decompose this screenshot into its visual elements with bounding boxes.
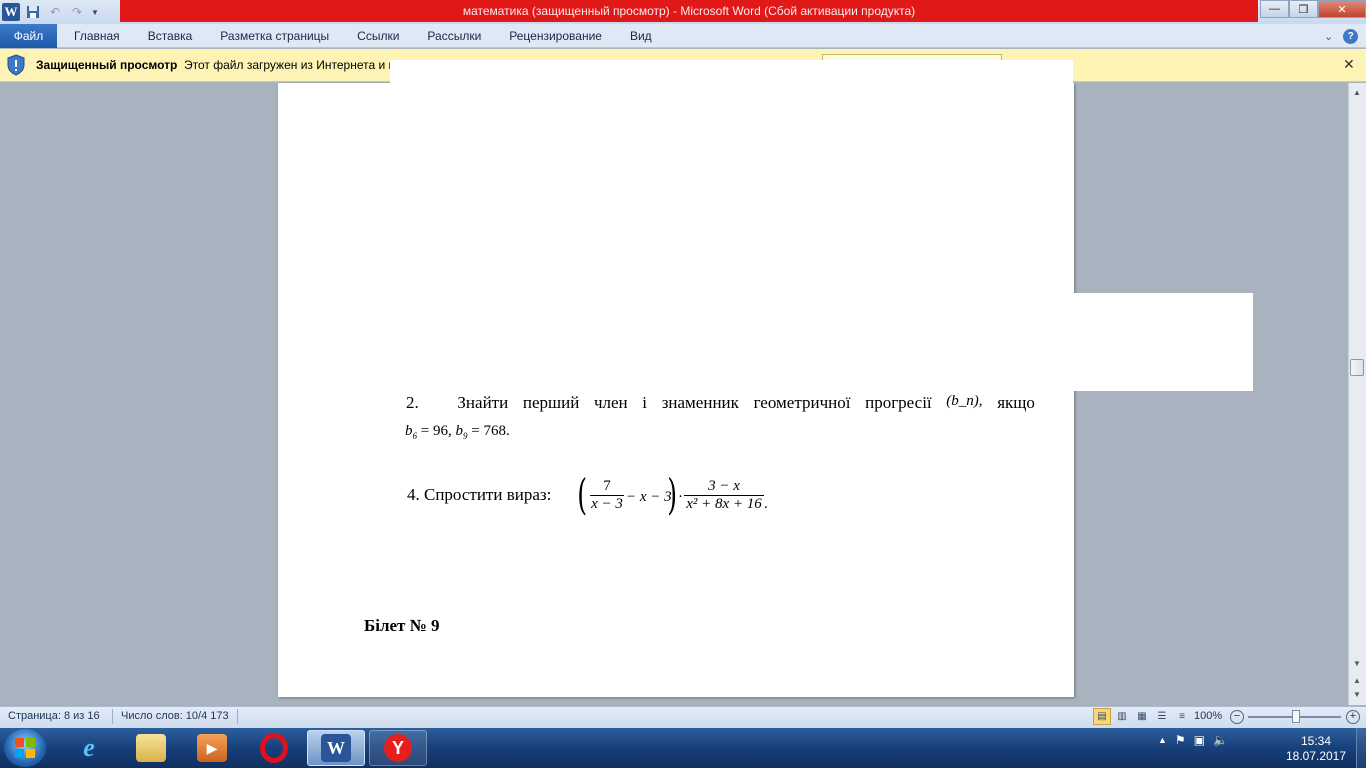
page-count[interactable]: Страница: 8 из 16 <box>8 710 100 722</box>
fraction-2: 3 − x x² + 8x + 16 <box>684 478 764 513</box>
right-paren: ) <box>667 470 678 519</box>
start-button-windows-icon[interactable] <box>4 729 46 767</box>
vertical-scrollbar[interactable] <box>1348 83 1366 705</box>
task-4-formula: ( 7 x − 3 − x − 3 ) · 3 − x x² + 8x + 16… <box>577 470 780 524</box>
file-explorer-icon[interactable] <box>122 730 180 766</box>
zoom-in-button[interactable]: + <box>1346 710 1360 724</box>
media-player-icon[interactable]: ▶ <box>183 730 241 766</box>
action-center-flag-icon[interactable]: ⚑ <box>1175 733 1186 747</box>
tab-mailings[interactable]: Рассылки <box>413 24 495 48</box>
next-page-icon[interactable]: ▼ <box>1349 687 1365 701</box>
yandex-browser-icon[interactable]: Y <box>369 730 427 766</box>
previous-page-icon[interactable]: ▲ <box>1349 673 1365 687</box>
volume-icon[interactable]: 🔈 <box>1213 733 1228 747</box>
fraction-1-denominator: x − 3 <box>590 495 624 512</box>
task-2-line-1: 2. Знайти перший член і знаменник геомет… <box>406 393 1035 413</box>
protected-view-message: Этот файл загружен из Интернета и мо <box>184 58 404 72</box>
formula-period: . <box>764 496 768 512</box>
tab-view[interactable]: Вид <box>616 24 666 48</box>
scrollbar-thumb[interactable] <box>1350 359 1364 376</box>
fraction-2-denominator: x² + 8x + 16 <box>684 495 764 513</box>
view-buttons: ▤ ▥ ▦ ☰ ≡ <box>1093 708 1191 725</box>
redo-icon[interactable]: ↷ <box>68 3 86 21</box>
clock-time: 15:34 <box>1300 734 1332 748</box>
status-divider <box>112 709 113 724</box>
task-2-word: член <box>593 393 628 412</box>
clock[interactable]: 15:34 18.07.2017 <box>1282 734 1350 764</box>
ribbon-tabs: Главная Вставка Разметка страницы Ссылки… <box>60 24 666 48</box>
fraction-1: 7 x − 3 <box>590 478 624 513</box>
close-button[interactable]: ✕ <box>1318 0 1366 18</box>
word-icon[interactable]: W <box>2 3 20 21</box>
internet-explorer-icon[interactable]: e <box>60 730 118 766</box>
zoom-level[interactable]: 100% <box>1194 710 1222 722</box>
opera-icon[interactable] <box>245 730 303 766</box>
blank-overlay-right <box>1072 293 1253 391</box>
save-icon[interactable] <box>24 3 42 21</box>
full-screen-reading-icon[interactable]: ▥ <box>1113 708 1131 725</box>
ribbon-right-controls: ⌄ ? <box>1324 24 1359 48</box>
print-layout-icon[interactable]: ▤ <box>1093 708 1111 725</box>
b9-value: 768 <box>483 423 506 439</box>
customize-qat-chevron-down-icon[interactable]: ▼ <box>90 3 100 21</box>
zoom-out-button[interactable]: − <box>1230 710 1244 724</box>
web-layout-icon[interactable]: ▦ <box>1133 708 1151 725</box>
task-2-progression-symbol: (b_n), <box>946 393 983 409</box>
undo-icon[interactable]: ↶ <box>46 3 64 21</box>
tab-file[interactable]: Файл <box>0 24 57 48</box>
protected-view-close-icon[interactable]: ✕ <box>1343 56 1355 73</box>
minimize-button[interactable]: — <box>1260 0 1289 18</box>
tab-home[interactable]: Главная <box>60 24 134 48</box>
quick-access-toolbar: W ↶ ↷ ▼ <box>0 0 100 24</box>
task-2-word: прогресії <box>865 393 932 412</box>
task-2-word: знаменник <box>661 393 739 412</box>
tab-page-layout[interactable]: Разметка страницы <box>206 24 343 48</box>
draft-icon[interactable]: ≡ <box>1173 708 1191 725</box>
status-divider <box>237 709 238 724</box>
b9-subscript: 9 <box>462 431 468 441</box>
window-controls: — ❐ ✕ <box>1260 0 1366 19</box>
left-paren: ( <box>577 470 588 519</box>
shield-icon <box>6 54 26 76</box>
zoom-slider-thumb[interactable] <box>1292 710 1300 723</box>
task-2-word: перший <box>522 393 580 412</box>
maximize-button[interactable]: ❐ <box>1289 0 1318 18</box>
fraction-2-numerator: 3 − x <box>708 478 740 494</box>
system-tray: ▲ ⚑ ▣ 🔈 <box>1158 733 1228 747</box>
window-title: математика (защищенный просмотр) - Micro… <box>120 0 1258 22</box>
blank-overlay-top <box>390 60 1073 198</box>
task-2-line-2: b6 = 96, b9 = 768. <box>405 423 510 441</box>
task-2-word: Знайти <box>457 393 509 412</box>
help-icon[interactable]: ? <box>1343 28 1359 44</box>
b6-value: 96 <box>432 423 448 439</box>
dot-operator: · <box>678 489 683 505</box>
network-icon[interactable]: ▣ <box>1194 733 1205 747</box>
b6-subscript: 6 <box>412 431 418 441</box>
word-icon[interactable]: W <box>307 730 365 766</box>
tab-review[interactable]: Рецензирование <box>495 24 616 48</box>
fraction-1-numerator: 7 <box>603 478 611 494</box>
show-hidden-icons-icon[interactable]: ▲ <box>1158 735 1167 745</box>
ticket-heading: Білет № 9 <box>364 616 440 635</box>
task-2-word: якщо <box>997 393 1035 412</box>
task-2-number: 2. <box>406 393 419 412</box>
task-2-word: і <box>642 393 648 412</box>
show-desktop-button[interactable] <box>1356 728 1366 768</box>
task-2-word: геометричної <box>753 393 851 412</box>
tab-insert[interactable]: Вставка <box>134 24 207 48</box>
protected-view-title: Защищенный просмотр <box>36 58 178 72</box>
scroll-up-arrow-icon[interactable]: ▲ <box>1349 85 1365 99</box>
word-count[interactable]: Число слов: 10/4 173 <box>121 710 229 722</box>
task-4-label: 4. Спростити вираз: <box>407 485 552 504</box>
tab-references[interactable]: Ссылки <box>343 24 413 48</box>
formula-middle-term: − x − 3 <box>626 489 672 505</box>
outline-icon[interactable]: ☰ <box>1153 708 1171 725</box>
scroll-down-arrow-icon[interactable]: ▼ <box>1349 656 1365 670</box>
expand-ribbon-chevron-icon[interactable]: ⌄ <box>1324 30 1333 43</box>
clock-date: 18.07.2017 <box>1285 749 1347 763</box>
